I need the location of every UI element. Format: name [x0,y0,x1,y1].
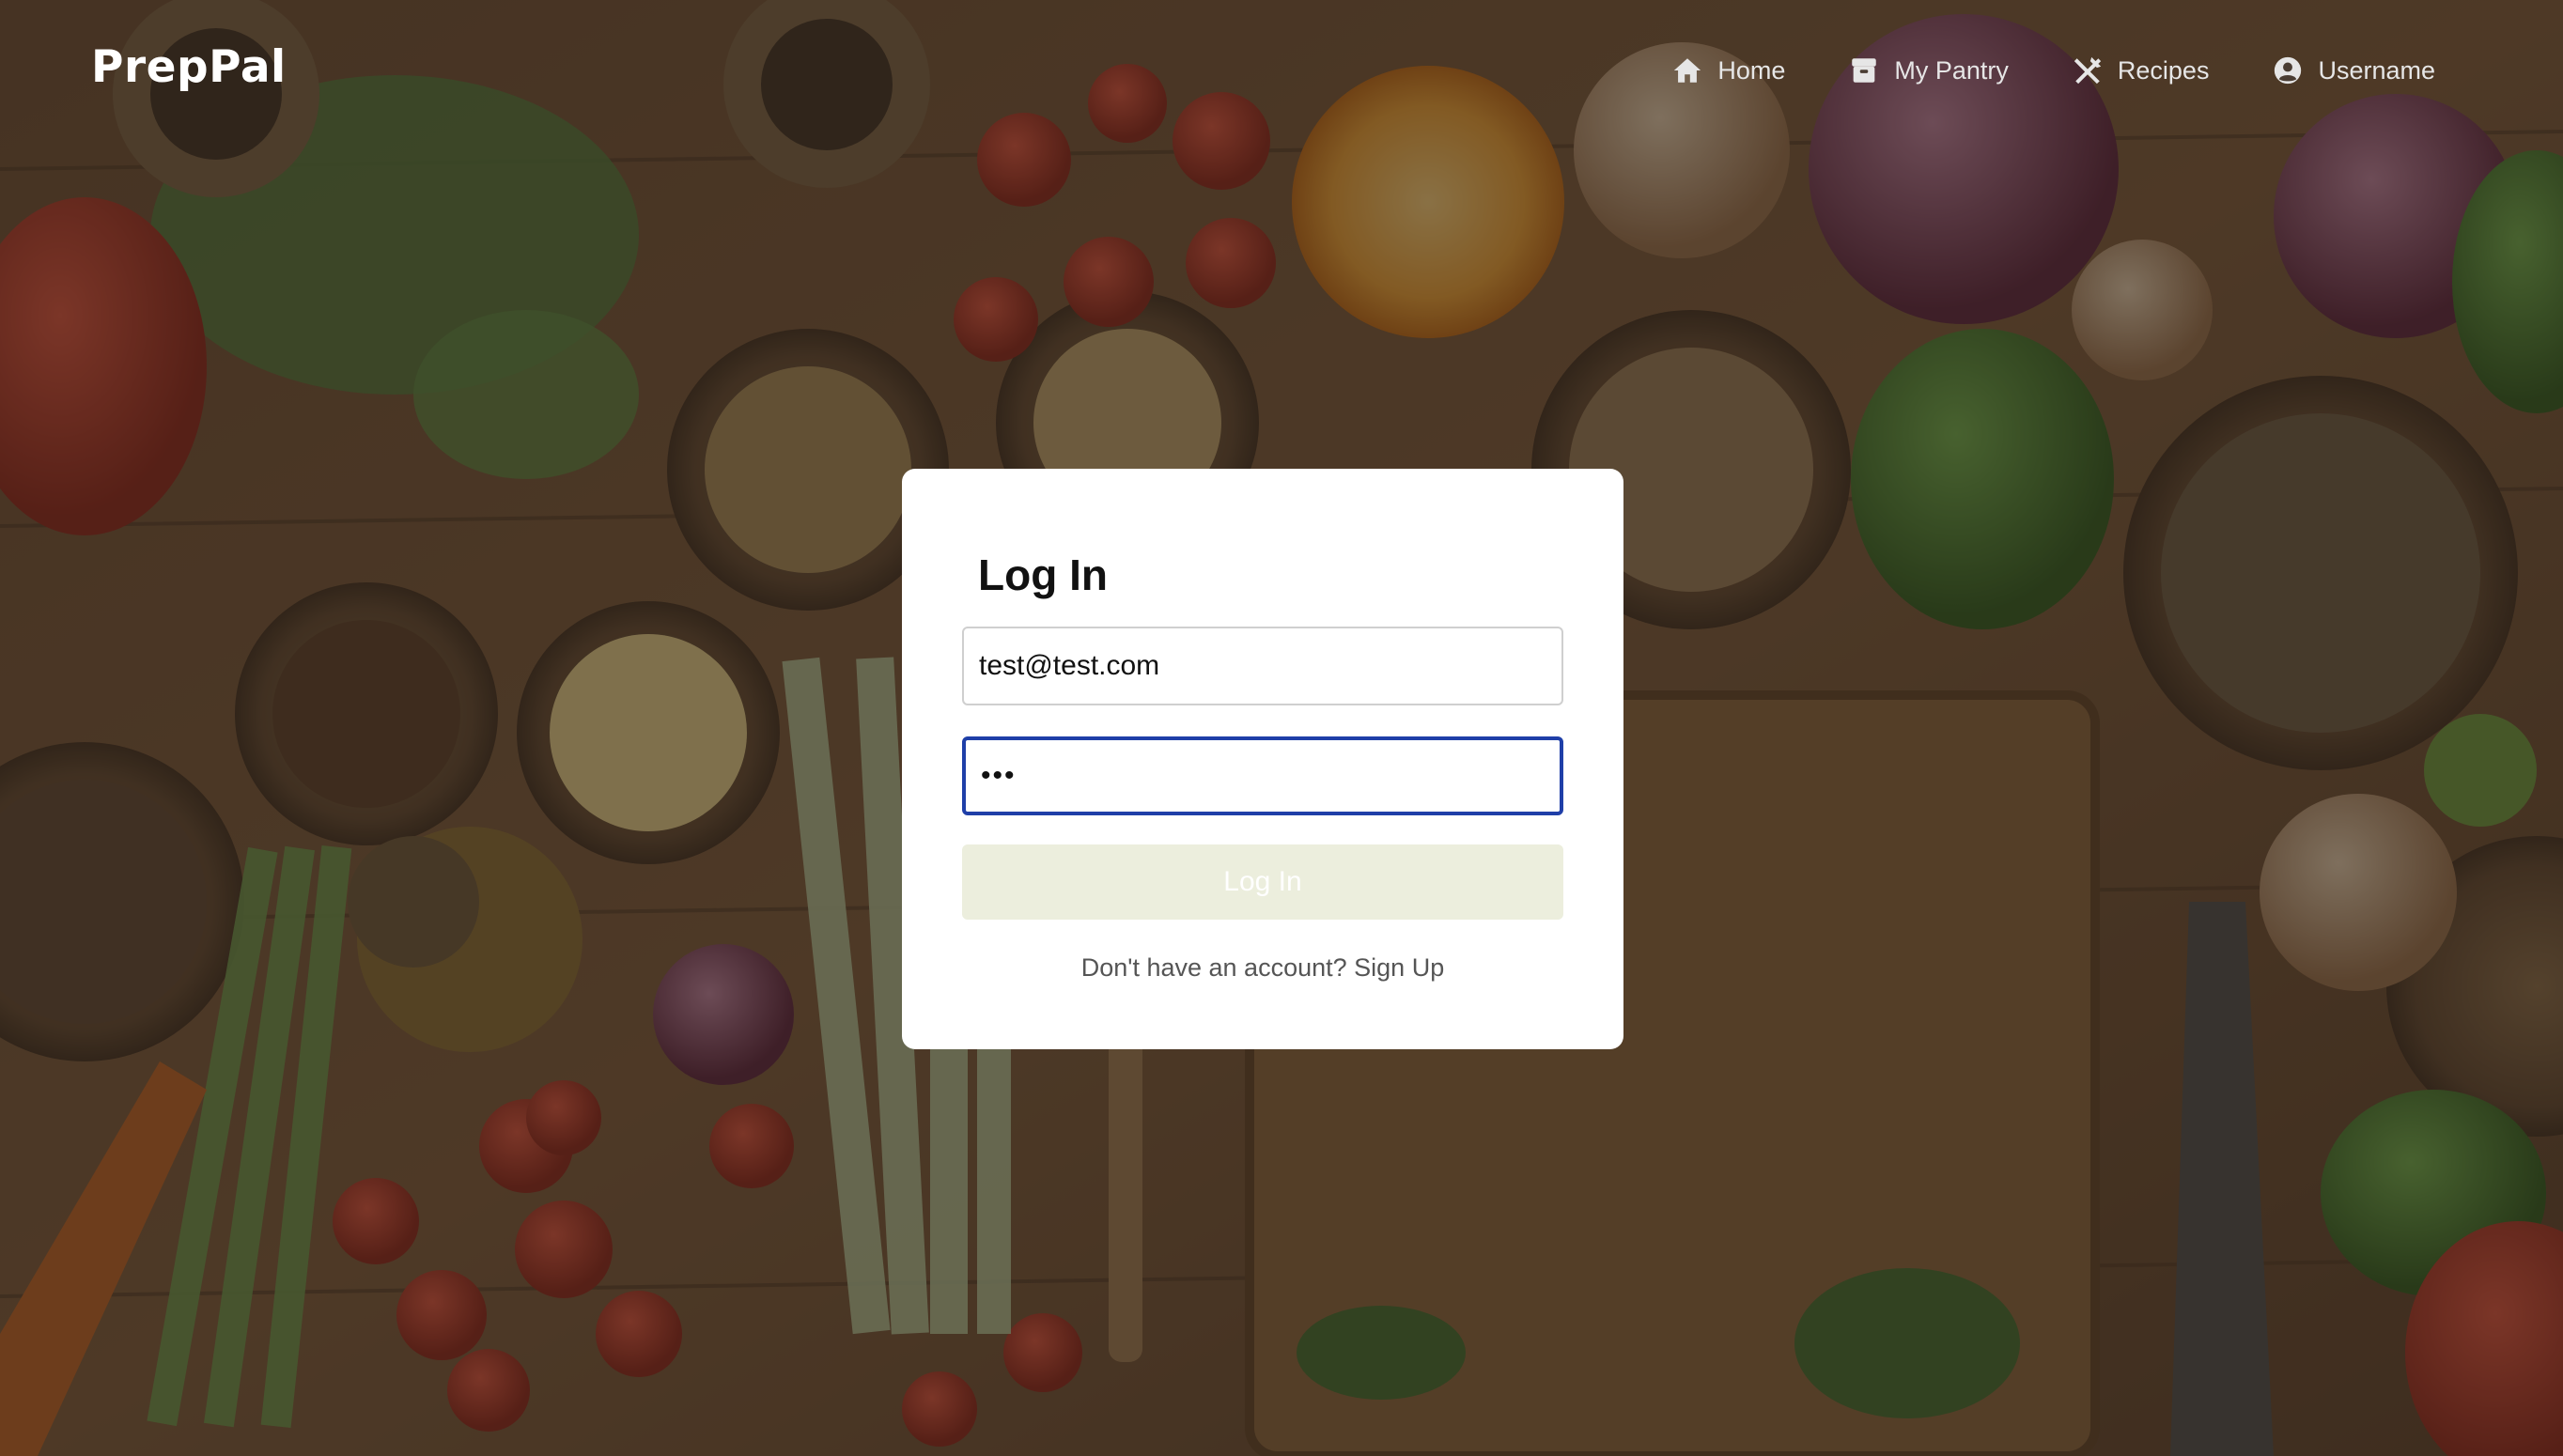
home-icon [1670,54,1704,87]
nav-my-pantry-label: My Pantry [1894,55,2009,85]
login-button[interactable]: Log In [962,844,1563,920]
nav-recipes-label: Recipes [2117,55,2210,85]
pantry-icon [1847,54,1881,87]
utensils-icon [2071,54,2105,87]
nav-username-label: Username [2318,55,2435,85]
nav-my-pantry[interactable]: My Pantry [1847,54,2009,87]
login-title: Log In [978,550,1108,599]
nav-links: Home My Pantry Recipes Username [1670,54,2435,87]
password-field[interactable] [962,736,1563,815]
signup-prompt: Don't have an account? [1080,953,1347,982]
email-field[interactable] [962,627,1563,705]
nav-username[interactable]: Username [2271,54,2435,87]
user-circle-icon [2271,54,2305,87]
nav-home-label: Home [1717,55,1786,85]
signup-row: Don't have an account? Sign Up [902,953,1623,983]
signup-link[interactable]: Sign Up [1354,953,1444,982]
nav-home[interactable]: Home [1670,54,1785,87]
navbar: PrepPal Home My Pantry Recipes Username [0,0,2563,148]
nav-recipes[interactable]: Recipes [2071,54,2210,87]
login-card: Log In Log In Don't have an account? Sig… [902,469,1623,1049]
brand-logo[interactable]: PrepPal [91,41,287,93]
